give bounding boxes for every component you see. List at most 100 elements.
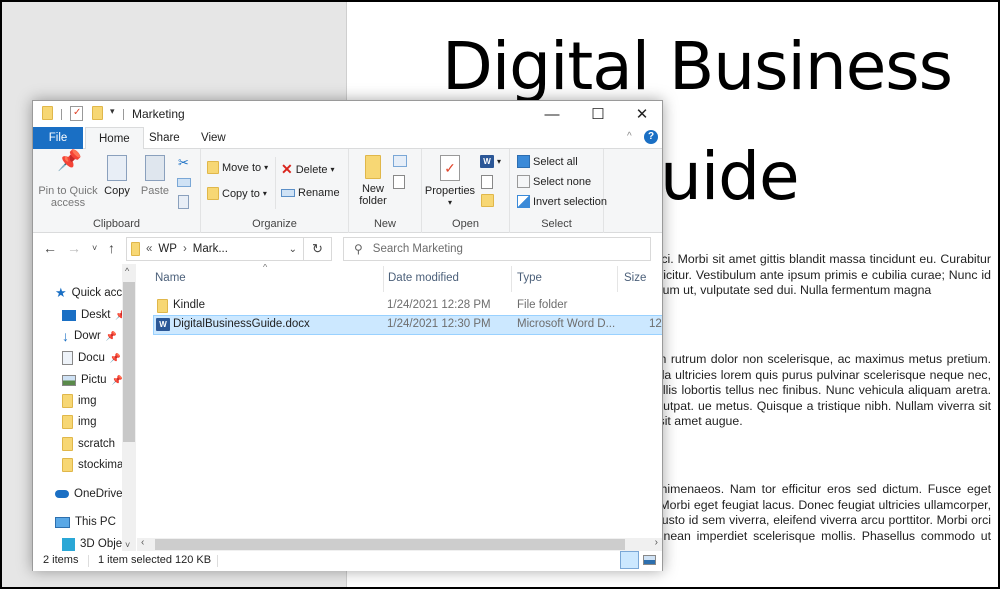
- nav-item-this-pc[interactable]: This PC: [55, 512, 116, 532]
- tab-view[interactable]: View: [188, 127, 239, 149]
- maximize-button[interactable]: ☐: [575, 101, 621, 127]
- large-icons-view-button[interactable]: [643, 555, 656, 565]
- copy-icon: [107, 155, 127, 181]
- copy-path-icon[interactable]: [177, 178, 191, 187]
- column-header-date-modified[interactable]: Date modified: [388, 272, 459, 284]
- invert-selection-button[interactable]: Invert selection: [517, 195, 607, 208]
- scroll-up-icon[interactable]: ^: [125, 266, 129, 276]
- open-group: ✓ Properties ▾ W ▾ Open: [422, 149, 510, 233]
- pin-to-quick-access-button[interactable]: 📌 Pin to Quick access: [37, 150, 99, 209]
- nav-item-scratch[interactable]: scratch: [62, 434, 115, 454]
- cut-icon[interactable]: ✂: [178, 155, 189, 171]
- file-row[interactable]: Kindle 1/24/2021 12:28 PM File folder: [153, 296, 662, 316]
- ribbon: 📌 Pin to Quick access Copy Paste ✂ Clipb…: [33, 149, 662, 233]
- back-button[interactable]: ←: [43, 240, 57, 256]
- edit-icon[interactable]: [481, 175, 493, 189]
- nav-pane-scroll-thumb[interactable]: [123, 282, 135, 442]
- scroll-down-icon[interactable]: ˅: [125, 540, 130, 550]
- nav-item-img[interactable]: img: [62, 412, 97, 432]
- delete-button[interactable]: ✕ Delete ▾: [281, 161, 335, 178]
- help-icon[interactable]: ?: [644, 130, 658, 144]
- properties-quick-access-icon[interactable]: ✓: [70, 106, 83, 121]
- history-icon[interactable]: [481, 194, 494, 207]
- refresh-button[interactable]: ↻: [304, 237, 332, 261]
- folder-icon: [62, 458, 73, 472]
- nav-item-pictures[interactable]: Pictu 📌: [62, 370, 123, 390]
- pin-icon: 📌: [105, 330, 118, 341]
- column-header-name[interactable]: Name: [155, 272, 186, 284]
- selection-count: 1 item selected: [98, 554, 172, 566]
- word-icon: W: [480, 155, 494, 168]
- nav-item-documents[interactable]: Docu 📌: [62, 348, 121, 368]
- file-size: 12: [649, 318, 662, 330]
- horizontal-scroll-thumb[interactable]: [155, 539, 625, 550]
- select-all-icon: [517, 155, 530, 168]
- move-to-button[interactable]: Move to ▾: [207, 161, 268, 174]
- ribbon-tabs: File Home Share View ^ ?: [33, 127, 662, 150]
- new-folder-quick-access-icon[interactable]: [92, 106, 103, 120]
- nav-item-onedrive[interactable]: OneDrive: [55, 484, 123, 504]
- copy-to-button[interactable]: Copy to ▾: [207, 187, 267, 200]
- customize-quick-access-icon[interactable]: ▾: [110, 106, 115, 122]
- breadcrumb-marketing[interactable]: Mark...: [193, 243, 228, 255]
- minimize-button[interactable]: —: [529, 101, 575, 127]
- nav-item-stockimages[interactable]: stockima: [62, 455, 123, 475]
- cube-icon: [62, 537, 75, 551]
- nav-item-desktop[interactable]: Deskt 📌: [62, 305, 127, 325]
- select-none-button[interactable]: Select none: [517, 175, 591, 188]
- open-with-word-button[interactable]: W ▾: [480, 155, 501, 168]
- move-to-icon: [207, 161, 219, 174]
- address-bar[interactable]: « WP › Mark... ⌄: [126, 237, 304, 261]
- properties-button[interactable]: ✓ Properties ▾: [424, 155, 476, 209]
- tab-share[interactable]: Share: [136, 127, 193, 149]
- easy-access-icon[interactable]: [393, 175, 405, 189]
- horizontal-scrollbar[interactable]: ‹ ›: [137, 537, 662, 551]
- select-all-button[interactable]: Select all: [517, 155, 578, 168]
- column-header-size[interactable]: Size: [624, 272, 646, 284]
- clipboard-group: 📌 Pin to Quick access Copy Paste ✂ Clipb…: [33, 149, 201, 233]
- file-explorer-window: ✓ ▾ Marketing — ☐ ✕ File Home Share View…: [32, 100, 663, 571]
- new-folder-icon: [365, 155, 381, 179]
- details-view-button[interactable]: [620, 551, 639, 569]
- scroll-right-icon[interactable]: ›: [655, 537, 658, 548]
- close-button[interactable]: ✕: [619, 101, 665, 127]
- collapse-ribbon-icon[interactable]: ^: [627, 131, 632, 142]
- select-none-icon: [517, 175, 530, 188]
- nav-item-3d-objects[interactable]: 3D Objec: [62, 534, 128, 551]
- scroll-left-icon[interactable]: ‹: [141, 537, 144, 548]
- star-icon: ★: [55, 285, 67, 300]
- nav-item-downloads[interactable]: ↓ Dowr 📌: [62, 326, 117, 346]
- recent-locations-button[interactable]: ˅: [92, 243, 97, 253]
- search-icon: ⚲: [354, 242, 363, 256]
- nav-pane-scrollbar[interactable]: ^ ˅: [122, 264, 136, 551]
- new-group-label: New: [373, 218, 396, 230]
- rename-button[interactable]: Rename: [281, 187, 340, 199]
- tab-home[interactable]: Home: [85, 127, 144, 150]
- file-row-selected[interactable]: W DigitalBusinessGuide.docx 1/24/2021 12…: [153, 315, 662, 335]
- paste-button[interactable]: Paste: [137, 155, 173, 197]
- clipboard-group-label: Clipboard: [92, 218, 141, 230]
- file-type: Microsoft Word D...: [517, 318, 616, 330]
- title-bar: ✓ ▾ Marketing — ☐ ✕: [33, 101, 662, 127]
- pin-icon: 📌: [57, 150, 82, 172]
- search-input[interactable]: ⚲ Search Marketing: [343, 237, 651, 261]
- new-folder-button[interactable]: New folder: [353, 155, 393, 207]
- tab-file[interactable]: File: [33, 127, 83, 149]
- breadcrumb-wp[interactable]: WP: [158, 243, 177, 255]
- nav-item-img[interactable]: img: [62, 391, 97, 411]
- navigation-bar: ← → ˅ ↑ « WP › Mark... ⌄ ↻ ⚲ Search Mark…: [33, 234, 662, 264]
- file-type: File folder: [517, 299, 568, 311]
- column-header-type[interactable]: Type: [517, 272, 542, 284]
- file-list: ^ Name Date modified Type Size Kindle 1/…: [137, 264, 662, 538]
- new-item-icon[interactable]: [393, 155, 407, 167]
- file-date: 1/24/2021 12:28 PM: [387, 299, 491, 311]
- sort-ascending-icon: ^: [263, 264, 268, 272]
- organize-group-label: Organize: [252, 218, 297, 230]
- paste-shortcut-icon[interactable]: [178, 195, 189, 209]
- forward-button[interactable]: →: [67, 240, 81, 256]
- folder-icon: [62, 437, 73, 451]
- up-button[interactable]: ↑: [108, 240, 115, 256]
- address-dropdown-icon[interactable]: ⌄: [289, 244, 297, 255]
- copy-button[interactable]: Copy: [101, 155, 133, 197]
- nav-item-quick-access[interactable]: ★ Quick acc: [55, 283, 122, 303]
